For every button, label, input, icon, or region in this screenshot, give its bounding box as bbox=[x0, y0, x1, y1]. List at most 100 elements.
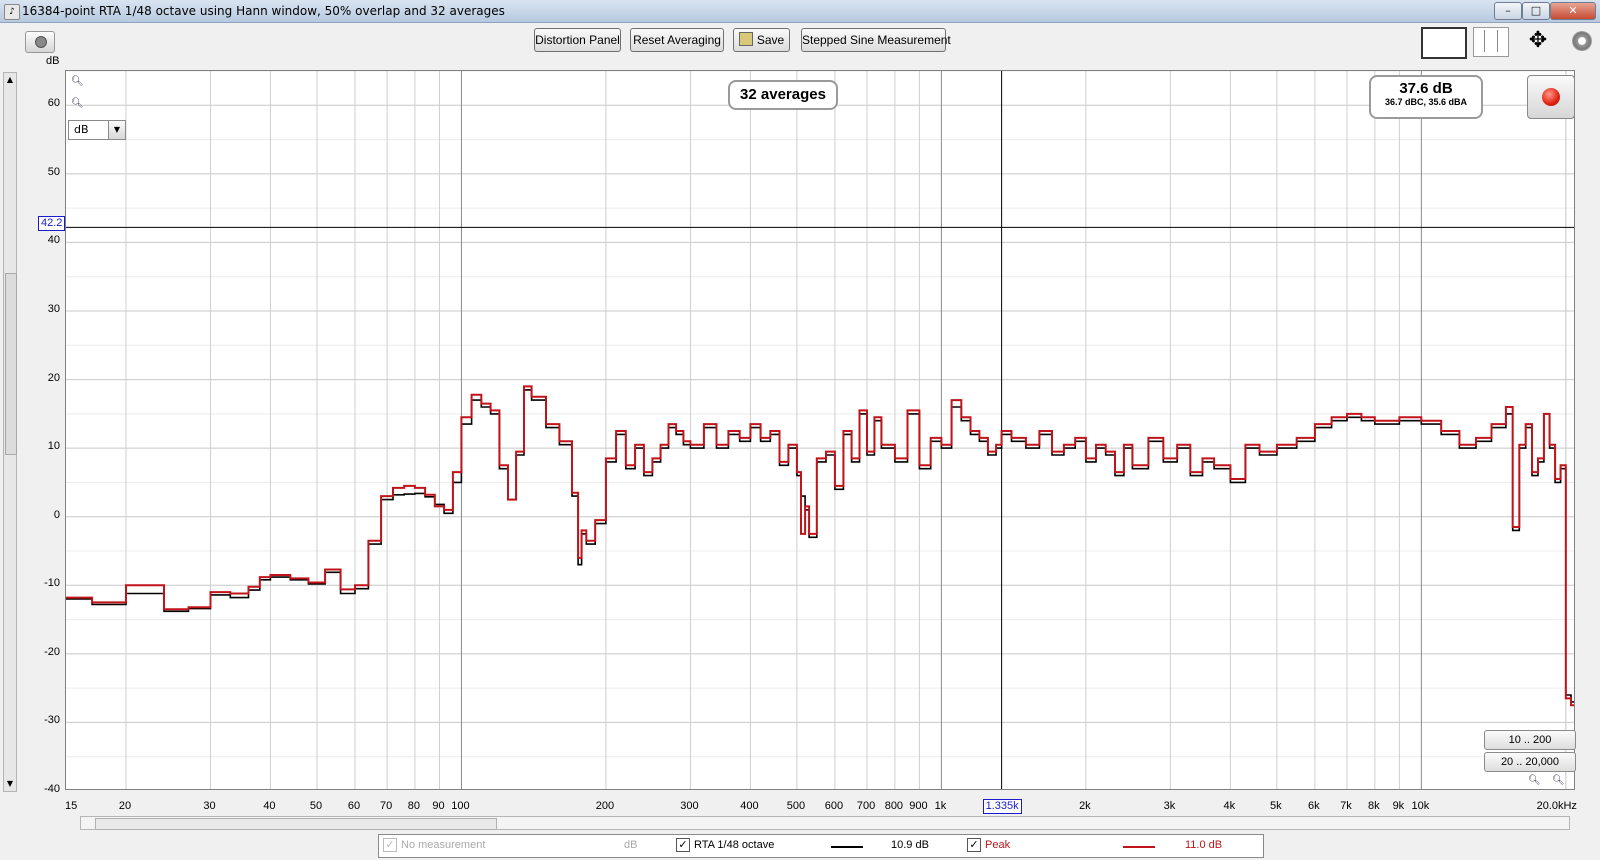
y-tick-label: -20 bbox=[44, 645, 60, 658]
close-button[interactable]: ✕ bbox=[1550, 2, 1596, 20]
peak-checkbox[interactable]: ✓ bbox=[967, 838, 981, 852]
y-tick-label: 20 bbox=[47, 371, 60, 384]
x-tick-label: 50 bbox=[309, 800, 323, 812]
spl-level-box: 37.6 dB 36.7 dBC, 35.6 dBA bbox=[1369, 75, 1483, 119]
x-tick-label: 100 bbox=[451, 800, 470, 812]
y-tick-label: 60 bbox=[47, 97, 60, 110]
x-tick-label: 600 bbox=[824, 800, 844, 812]
horizontal-scroll-thumb[interactable] bbox=[95, 818, 497, 830]
x-tick-label: 15 bbox=[65, 800, 78, 812]
x-tick-label: 200 bbox=[595, 800, 615, 812]
x-tick-label: 40 bbox=[263, 800, 276, 812]
window-title: 16384-point RTA 1/48 octave using Hann w… bbox=[22, 4, 505, 18]
y-tick-label: 0 bbox=[53, 508, 60, 521]
x-tick-label: 80 bbox=[407, 800, 421, 812]
peak-legend-value: 11.0 dB bbox=[1185, 839, 1223, 851]
range-20-20000-button[interactable]: 20 .. 20,000 bbox=[1484, 752, 1576, 772]
unit-select[interactable]: dB ▼ bbox=[68, 120, 126, 140]
rta-series-line bbox=[66, 389, 1574, 703]
x-tick-label: 8k bbox=[1368, 800, 1380, 812]
no-measurement-value: dB bbox=[624, 839, 638, 851]
save-icon bbox=[738, 32, 753, 46]
y-tick-label: 30 bbox=[47, 303, 60, 315]
maximize-button[interactable]: □ bbox=[1522, 2, 1550, 20]
app-icon: ♪ bbox=[4, 4, 20, 20]
x-tick-label: 500 bbox=[786, 800, 806, 812]
stepped-sine-measurement-button[interactable]: Stepped Sine Measurement bbox=[801, 28, 951, 52]
rta-checkbox[interactable]: ✓ bbox=[676, 838, 690, 852]
camera-lens bbox=[35, 36, 47, 48]
x-tick-label: 400 bbox=[740, 800, 759, 812]
scroll-down-arrow-icon[interactable]: ▼ bbox=[4, 777, 16, 791]
unit-select-value: dB bbox=[74, 123, 89, 136]
y-tick-label: 10 bbox=[47, 440, 60, 453]
rta-legend-swatch bbox=[831, 846, 863, 848]
x-tick-label: 9k bbox=[1392, 800, 1405, 812]
y-tick-label: 50 bbox=[47, 165, 60, 178]
vertical-scroll-thumb[interactable] bbox=[5, 273, 17, 455]
no-measurement-checkbox: ✓ bbox=[383, 838, 397, 852]
split-graph-icon[interactable] bbox=[1473, 27, 1509, 57]
y-axis-labels: 60 50 40 30 20 10 0 -10 -20 -30 -40 bbox=[20, 70, 60, 795]
single-graph-icon[interactable] bbox=[1421, 27, 1467, 59]
fit-axes-icon[interactable]: ✥ bbox=[1518, 27, 1558, 55]
rta-plot[interactable] bbox=[66, 71, 1575, 790]
peak-series-line bbox=[66, 385, 1574, 707]
x-axis-labels: 15 20 30 40 50 60 70 80 90 100 200 300 400 500 600 700 8… bbox=[65, 800, 1577, 814]
legend-bar: ✓ No measurement dB ✓ RTA 1/48 octave 10… bbox=[378, 834, 1264, 858]
zoom-out-x-icon[interactable]: 🔍︎ bbox=[1528, 775, 1541, 789]
y-tick-label: -30 bbox=[44, 714, 60, 727]
x-tick-label: 90 bbox=[432, 800, 445, 812]
record-button[interactable] bbox=[1527, 75, 1575, 119]
reset-averaging-button[interactable]: Reset Averaging bbox=[630, 28, 724, 52]
x-tick-label: 20.0kHz bbox=[1536, 800, 1577, 812]
y-tick-label: 40 bbox=[47, 234, 60, 247]
chevron-down-icon[interactable]: ▼ bbox=[108, 121, 125, 139]
x-tick-label: 800 bbox=[884, 800, 904, 812]
x-tick-label: 2k bbox=[1079, 800, 1091, 812]
y-unit-label: dB bbox=[46, 55, 60, 67]
scroll-up-arrow-icon[interactable]: ▲ bbox=[4, 73, 16, 87]
y-tick-label: -40 bbox=[44, 783, 60, 795]
toolbar: Distortion Panel Reset Averaging Save St… bbox=[0, 23, 1600, 61]
vertical-scrollbar[interactable]: ▲ ▼ bbox=[3, 72, 17, 792]
x-tick-label: 1k bbox=[934, 800, 947, 812]
x-tick-label: 700 bbox=[856, 800, 876, 812]
distortion-panel-button[interactable]: Distortion Panel bbox=[534, 28, 621, 52]
x-tick-label: 10k bbox=[1411, 800, 1430, 812]
x-tick-label: 20 bbox=[118, 800, 132, 812]
spl-level-sub: 36.7 dBC, 35.6 dBA bbox=[1384, 97, 1468, 107]
x-tick-label: 6k bbox=[1308, 800, 1320, 812]
x-tick-label: 3k bbox=[1163, 800, 1176, 812]
save-button[interactable]: Save bbox=[733, 28, 790, 52]
title-bar: ♪ 16384-point RTA 1/48 octave using Hann… bbox=[0, 0, 1600, 23]
peak-legend-swatch bbox=[1123, 846, 1155, 848]
x-tick-label: 60 bbox=[347, 800, 361, 812]
x-tick-label: 900 bbox=[909, 800, 928, 812]
rta-chart[interactable] bbox=[65, 70, 1575, 790]
zoom-in-y-icon[interactable]: 🔍︎ bbox=[71, 76, 84, 90]
x-tick-label: 30 bbox=[203, 800, 216, 812]
spl-level-main: 37.6 dB bbox=[1399, 80, 1453, 97]
split-graph-lines bbox=[1484, 30, 1498, 52]
y-tick-label: -10 bbox=[44, 577, 60, 590]
zoom-in-x-icon[interactable]: 🔍︎ bbox=[1552, 775, 1565, 789]
save-label: Save bbox=[756, 33, 785, 47]
range-10-200-button[interactable]: 10 .. 200 bbox=[1484, 730, 1576, 750]
no-measurement-label: No measurement bbox=[401, 839, 486, 851]
x-tick-label: 4k bbox=[1223, 800, 1236, 812]
camera-icon[interactable] bbox=[25, 31, 55, 53]
averages-badge: 32 averages bbox=[728, 80, 838, 110]
record-icon bbox=[1542, 88, 1560, 106]
x-tick-label: 70 bbox=[379, 800, 393, 812]
horizontal-scrollbar[interactable] bbox=[80, 816, 1570, 830]
x-tick-label: 300 bbox=[680, 800, 699, 812]
rta-legend-value: 10.9 dB bbox=[891, 839, 929, 851]
x-tick-label: 7k bbox=[1340, 800, 1352, 812]
settings-gear-icon[interactable] bbox=[1572, 31, 1592, 51]
peak-legend-label: Peak bbox=[985, 839, 1011, 851]
x-tick-label: 5k bbox=[1270, 800, 1282, 812]
cursor-y-readout: 42.2 bbox=[38, 216, 66, 231]
minimize-button[interactable]: – bbox=[1494, 2, 1522, 20]
zoom-out-y-icon[interactable]: 🔍︎ bbox=[71, 98, 84, 112]
